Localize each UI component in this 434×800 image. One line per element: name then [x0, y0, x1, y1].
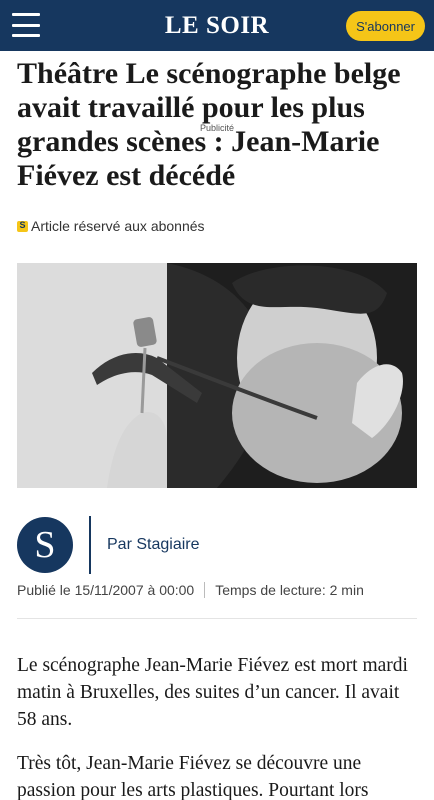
meta-divider	[204, 582, 206, 598]
article-paragraph: Très tôt, Jean-Marie Fiévez se découvre …	[17, 753, 369, 800]
article-meta: Publié le 15/11/2007 à 00:00 Temps de le…	[17, 582, 364, 598]
publish-date: Publié le 15/11/2007 à 00:00	[17, 582, 195, 598]
article-photo	[17, 263, 417, 488]
subscribe-button[interactable]: S'abonner	[346, 11, 425, 41]
author-block: S Par Stagiaire	[17, 516, 417, 574]
hamburger-icon[interactable]	[12, 13, 40, 37]
ad-label: Publicité	[199, 123, 235, 133]
subscriber-badge-icon	[17, 220, 28, 232]
article-photo-image	[17, 263, 417, 488]
premium-label: Article réservé aux abonnés	[31, 218, 205, 234]
site-logo[interactable]: LE SOIR	[165, 12, 269, 39]
article-paragraph: Le scénographe Jean-Marie Fiévez est mor…	[17, 655, 408, 730]
author-divider	[89, 516, 91, 574]
author-avatar[interactable]: S	[17, 517, 73, 573]
premium-notice: Article réservé aux abonnés	[17, 218, 205, 234]
reading-time: Temps de lecture: 2 min	[215, 582, 364, 598]
site-header: LE SOIR S'abonner	[0, 0, 434, 51]
section-divider	[17, 618, 417, 619]
author-name[interactable]: Par Stagiaire	[107, 536, 200, 554]
